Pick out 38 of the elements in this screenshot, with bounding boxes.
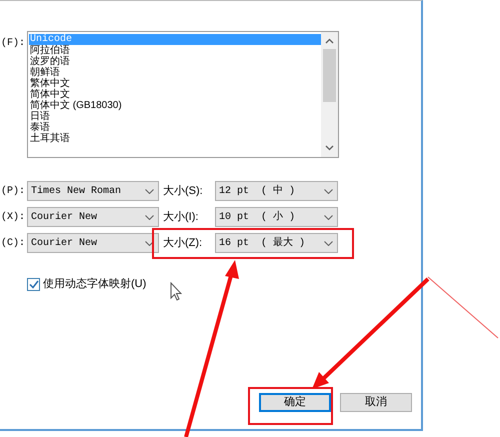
font-dropdown[interactable]: Courier New [27, 233, 159, 253]
font-label: (C): [0, 236, 26, 250]
encoding-label: (F): [0, 36, 26, 51]
list-item[interactable]: 简体中文 (GB18030) [29, 100, 321, 111]
size-label: 大小(Z): [162, 236, 204, 251]
list-item[interactable]: 繁体中文 [29, 78, 321, 89]
scroll-down-icon[interactable] [325, 145, 334, 151]
encoding-list[interactable]: Unicode 阿拉伯语 波罗的语 朝鲜语 繁体中文 简体中文 简体中文 (GB18030) 日语 泰语 土耳其语 [27, 31, 339, 158]
mouse-cursor-icon [170, 282, 182, 301]
checkbox[interactable] [27, 278, 40, 291]
font-dropdown[interactable]: Courier New [27, 207, 159, 227]
dropdown-caret-icon [324, 214, 333, 220]
size-label: 大小(I): [162, 210, 200, 225]
scrollbar-thumb[interactable] [323, 49, 336, 102]
size-dropdown[interactable]: 10 pt ( 小 ) [215, 207, 338, 227]
list-item[interactable]: 朝鲜语 [29, 67, 321, 78]
list-item[interactable]: 波罗的语 [29, 56, 321, 67]
scrollbar[interactable] [321, 32, 338, 157]
list-item[interactable]: 土耳其语 [29, 133, 321, 144]
checkbox-label: 使用动态字体映射(U) [43, 276, 146, 292]
dropdown-caret-icon [145, 188, 154, 194]
list-item[interactable]: 泰语 [29, 122, 321, 133]
list-item[interactable]: 日语 [29, 111, 321, 122]
list-item[interactable]: 简体中文 [29, 89, 321, 100]
font-label: (X): [0, 210, 26, 224]
dropdown-caret-icon [324, 188, 333, 194]
dialog-button[interactable]: 确定 [259, 392, 331, 412]
dialog-button[interactable]: 取消 [340, 392, 412, 412]
font-dropdown[interactable]: Times New Roman [27, 181, 159, 201]
scroll-up-icon[interactable] [325, 38, 334, 44]
size-dropdown[interactable]: 12 pt ( 中 ) [215, 181, 338, 201]
list-item[interactable]: 阿拉伯语 [29, 45, 321, 56]
dropdown-caret-icon [324, 240, 333, 246]
font-label: (P): [0, 184, 26, 198]
size-label: 大小(S): [162, 184, 204, 199]
dropdown-caret-icon [145, 214, 154, 220]
size-dropdown[interactable]: 16 pt ( 最大 ) [215, 233, 338, 253]
dropdown-caret-icon [145, 240, 154, 246]
